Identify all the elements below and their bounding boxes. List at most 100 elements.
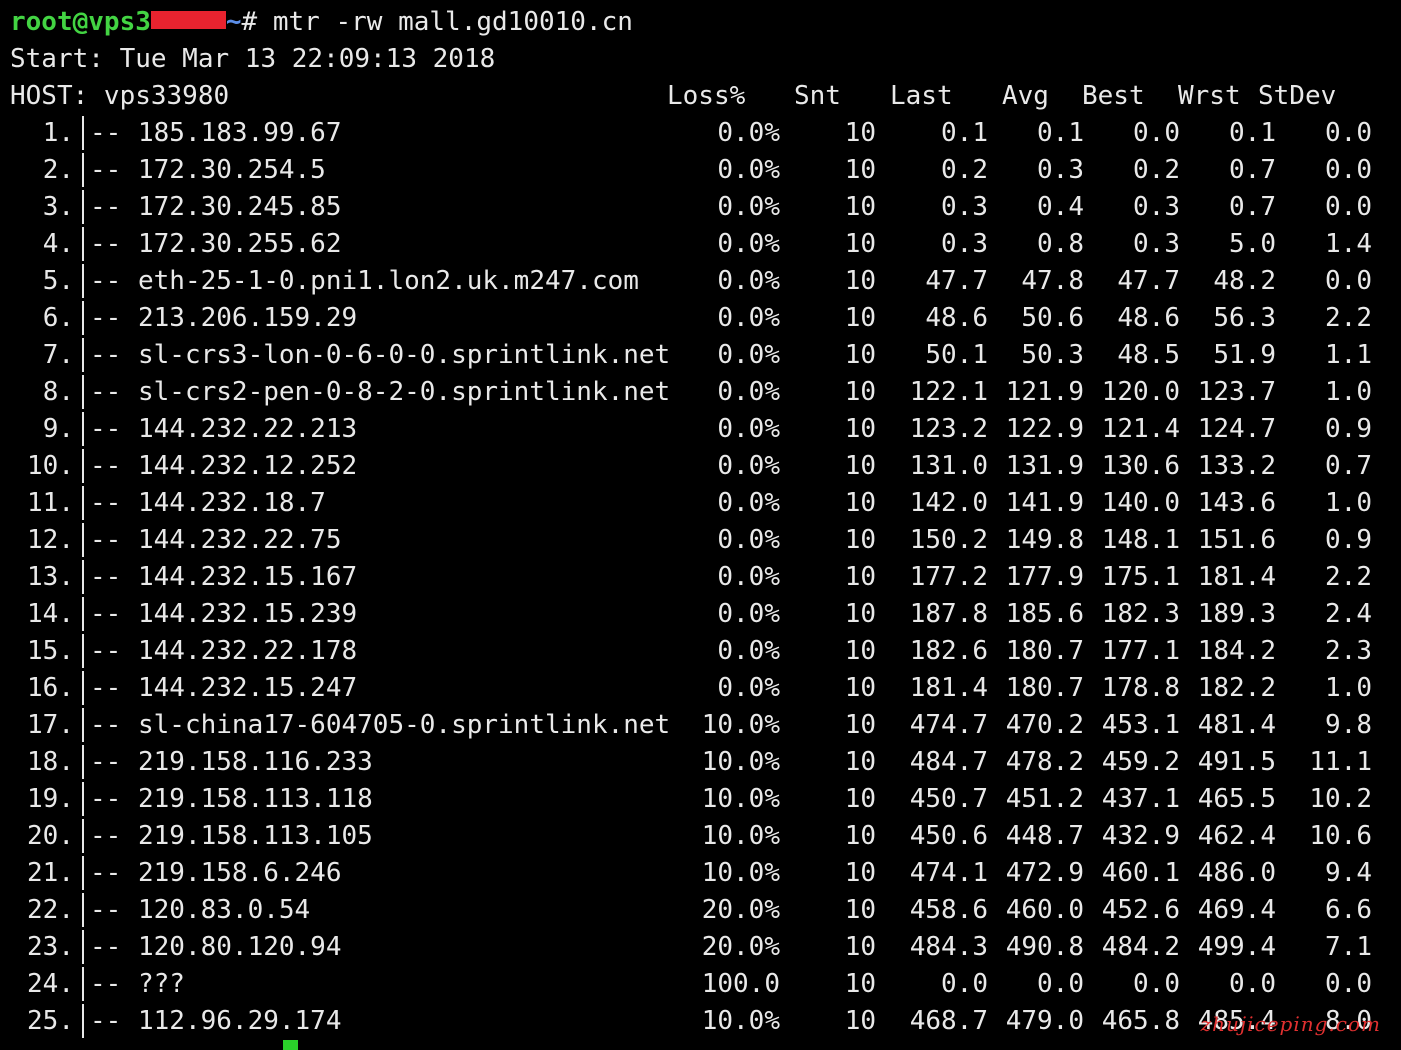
hop-loss: 10.0%: [701, 821, 780, 851]
hop-stdev: 2.2: [1325, 562, 1372, 592]
hop-last: 0.1: [941, 118, 988, 148]
hop-host: 172.30.255.62: [138, 229, 342, 259]
hop-avg: 141.9: [1005, 488, 1084, 518]
hop-snt: 10: [844, 118, 876, 148]
hop-loss: 10.0%: [701, 747, 780, 777]
hop-best: 452.6: [1101, 895, 1180, 925]
hop-number: 24.: [27, 969, 74, 999]
tree-line-bar: [82, 560, 84, 594]
tree-line: [82, 892, 84, 929]
tree-line-bar: [82, 412, 84, 446]
tree-line-bar: [82, 745, 84, 779]
hop-prefix: --: [90, 747, 137, 777]
hop-stdev: 9.8: [1325, 710, 1372, 740]
hop-best: 48.5: [1117, 340, 1180, 370]
hop-stdev: 0.0: [1325, 155, 1372, 185]
hop-snt: 10: [844, 192, 876, 222]
hop-host: 213.206.159.29: [138, 303, 358, 333]
hop-snt: 10: [844, 488, 876, 518]
hop-avg: 47.8: [1021, 266, 1084, 296]
table-row: 8. -- sl-crs2-pen-0-8-2-0.sprintlink.net 0…: [10, 374, 1390, 411]
hop-loss: 0.0%: [717, 451, 780, 481]
tree-line-bar: [82, 264, 84, 298]
hop-prefix: --: [90, 969, 137, 999]
tree-line: [82, 115, 84, 152]
tree-line: [82, 744, 84, 781]
hop-loss: 0.0%: [717, 340, 780, 370]
hop-wrst: 133.2: [1197, 451, 1276, 481]
hop-wrst: 491.5: [1197, 747, 1276, 777]
table-row: 4. -- 172.30.255.62 0.0% 10 0.3 0.8 0.3 5.0 1.4: [10, 226, 1390, 263]
tree-line-bar: [82, 782, 84, 816]
tree-line-bar: [82, 856, 84, 890]
tree-line-bar: [82, 523, 84, 557]
column-header-last: Last: [890, 81, 953, 111]
hop-last: 50.1: [925, 340, 988, 370]
hop-wrst: 0.1: [1229, 118, 1276, 148]
hop-avg: 448.7: [1005, 821, 1084, 851]
hop-snt: 10: [844, 414, 876, 444]
hop-host: 185.183.99.67: [138, 118, 342, 148]
hop-best: 484.2: [1101, 932, 1180, 962]
hop-host: sl-china17-604705-0.sprintlink.net: [138, 710, 671, 740]
hop-best: 175.1: [1101, 562, 1180, 592]
hop-number: 5.: [42, 266, 74, 296]
column-header-avg: Avg: [1002, 81, 1049, 111]
hop-stdev: 1.0: [1325, 377, 1372, 407]
hop-last: 458.6: [909, 895, 988, 925]
hop-host: sl-crs3-lon-0-6-0-0.sprintlink.net: [138, 340, 671, 370]
hop-prefix: --: [90, 266, 137, 296]
hop-snt: 10: [844, 858, 876, 888]
command-text: mtr -rw mall.gd10010.cn: [272, 7, 633, 37]
hop-last: 468.7: [909, 1006, 988, 1036]
table-row: 15. -- 144.232.22.178 0.0% 10 182.6 180.7 177.…: [10, 633, 1390, 670]
start-line: Start: Tue Mar 13 22:09:13 2018: [10, 41, 495, 78]
hop-stdev: 6.6: [1325, 895, 1372, 925]
hop-snt: 10: [844, 821, 876, 851]
tree-line: [82, 337, 84, 374]
hop-last: 122.1: [909, 377, 988, 407]
column-header-loss: Loss%: [667, 81, 746, 111]
table-row: 10. -- 144.232.12.252 0.0% 10 131.0 131.9 130.…: [10, 448, 1390, 485]
tree-line-bar: [82, 930, 84, 964]
table-row: 11. -- 144.232.18.7 0.0% 10 142.0 141.9 140.0 1…: [10, 485, 1390, 522]
hop-avg: 478.2: [1005, 747, 1084, 777]
tree-line-bar: [82, 893, 84, 927]
hop-prefix: --: [90, 451, 137, 481]
hop-best: 121.4: [1101, 414, 1180, 444]
hop-number: 9.: [42, 414, 74, 444]
hop-prefix: --: [90, 895, 137, 925]
hop-best: 130.6: [1101, 451, 1180, 481]
hop-number: 18.: [27, 747, 74, 777]
hop-snt: 10: [844, 229, 876, 259]
hop-host: 219.158.6.246: [138, 858, 342, 888]
hop-last: 181.4: [909, 673, 988, 703]
hop-avg: 0.4: [1037, 192, 1084, 222]
hop-prefix: --: [90, 303, 137, 333]
hop-best: 0.3: [1133, 192, 1180, 222]
hop-number: 4.: [42, 229, 74, 259]
column-header-wrst: Wrst: [1178, 81, 1241, 111]
hop-avg: 460.0: [1005, 895, 1084, 925]
hop-snt: 10: [844, 303, 876, 333]
table-row: 12. -- 144.232.22.75 0.0% 10 150.2 149.8 148.1…: [10, 522, 1390, 559]
hop-loss: 0.0%: [717, 525, 780, 555]
hop-wrst: 499.4: [1197, 932, 1276, 962]
hop-wrst: 151.6: [1197, 525, 1276, 555]
terminal-window[interactable]: root@vps3 ~# mtr -rw mall.gd10010.cn Star…: [0, 0, 1401, 1050]
hop-wrst: 124.7: [1197, 414, 1276, 444]
hop-last: 0.3: [941, 192, 988, 222]
hop-prefix: --: [90, 488, 137, 518]
hop-snt: 10: [844, 451, 876, 481]
hop-snt: 10: [844, 932, 876, 962]
tree-line: [82, 855, 84, 892]
hop-host: ???: [138, 969, 185, 999]
hop-stdev: 11.1: [1309, 747, 1372, 777]
tree-line: [82, 818, 84, 855]
hop-stdev: 9.4: [1325, 858, 1372, 888]
hop-loss: 0.0%: [717, 488, 780, 518]
tree-line: [82, 670, 84, 707]
hop-avg: 177.9: [1005, 562, 1084, 592]
hop-best: 48.6: [1117, 303, 1180, 333]
hop-host: 144.232.15.239: [138, 599, 358, 629]
